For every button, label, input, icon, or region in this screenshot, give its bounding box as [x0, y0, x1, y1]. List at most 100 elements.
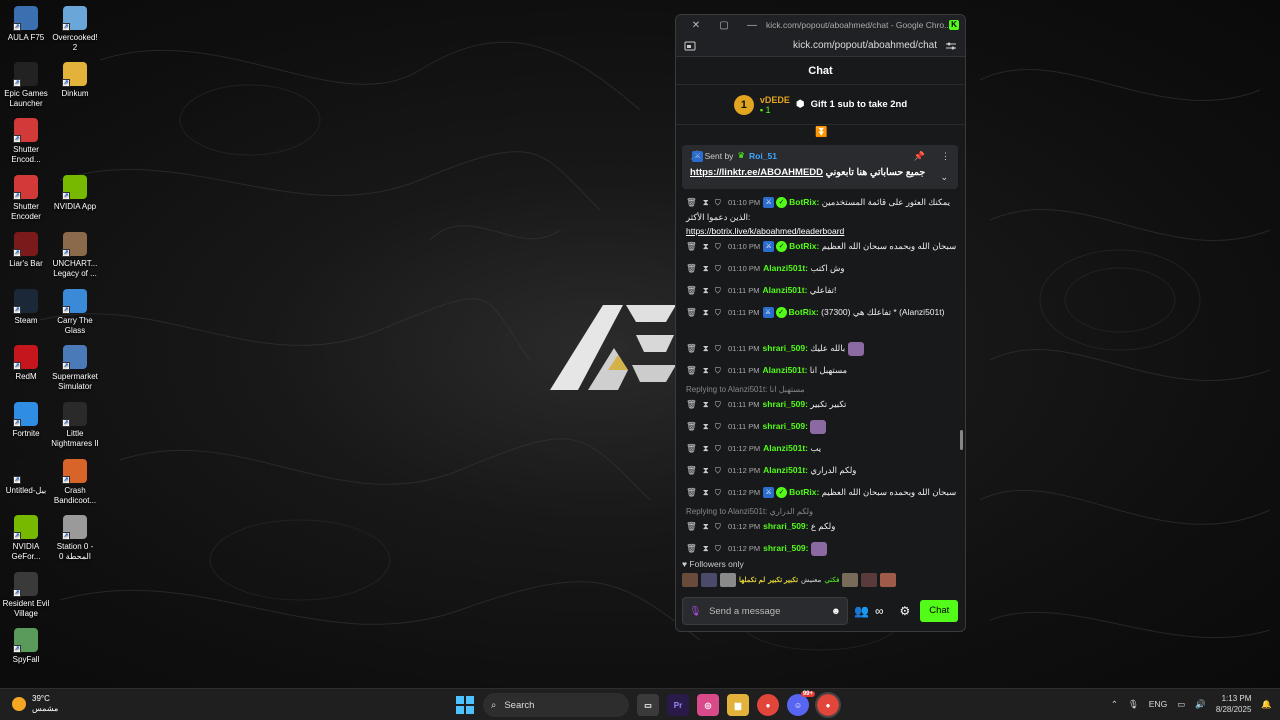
message-username[interactable]: Alanzi501t: [763, 365, 808, 375]
pinned-link[interactable]: https://linktr.ee/ABOAHMEDD [690, 167, 823, 178]
desktop-shortcut[interactable]: ↗ Station 0 - المحطة 0 [49, 515, 101, 562]
emote-text-item[interactable]: تكبير تكبير [768, 576, 798, 584]
desktop-shortcut[interactable]: ↗ RedM [0, 345, 52, 382]
microphone-icon[interactable]: 🎙 [689, 606, 701, 617]
clock[interactable]: 1:13 PM 8/28/2025 [1216, 693, 1252, 715]
restore-window-button[interactable]: ▢ [710, 20, 738, 31]
desktop-shortcut[interactable]: ↗ Carry The Glass [49, 289, 101, 336]
network-icon[interactable]: ▭ [1177, 699, 1185, 710]
gift-leaderboard[interactable]: 1 vDEDE ▪ 1 ⬢ Gift 1 sub to take 2nd [676, 85, 965, 125]
message-actions[interactable]: 🗑⧗⛉ [686, 463, 728, 477]
emote-item[interactable] [682, 573, 698, 587]
desktop-shortcut[interactable]: ↗ Steam [0, 289, 52, 326]
chat-scrollbar[interactable] [960, 430, 963, 450]
message-username[interactable]: shrari_509: [763, 543, 808, 553]
emote-text-item[interactable]: لم تكملها [739, 576, 765, 584]
page-url[interactable]: kick.com/popout/aboahmed/chat [696, 40, 945, 51]
microphone-tray-icon[interactable]: 🎙 [1128, 699, 1139, 710]
chrome-icon[interactable]: ● [757, 694, 779, 716]
chat-message[interactable]: 🗑⧗⛉01:11 PM ⚔ ✓ BotRix: (37300) تفاعلك هي *… [686, 305, 958, 320]
emoji-icon[interactable]: ☻ [831, 606, 841, 617]
message-username[interactable]: shrari_509: [763, 343, 808, 353]
chrome-active-icon[interactable]: ● [815, 692, 841, 718]
infinity-icon[interactable]: ∞ [875, 604, 884, 618]
message-username[interactable]: Alanzi501t: [763, 263, 808, 273]
message-actions[interactable]: 🗑⧗⛉ [686, 541, 728, 555]
message-actions[interactable]: 🗑⧗⛉ [686, 195, 728, 209]
chat-message[interactable]: 🗑⧗⛉01:11 PM shrari_509: [686, 419, 958, 434]
chat-message[interactable]: 🗑⧗⛉01:12 PM Alanzi501t: ولكم الدراري [686, 463, 958, 478]
send-chat-button[interactable]: Chat [920, 600, 959, 622]
chat-message[interactable]: 🗑⧗⛉01:11 PM shrari_509: تكبير تكبير [686, 397, 958, 412]
tune-settings-icon[interactable] [945, 41, 957, 51]
desktop-shortcut[interactable]: ↗ Epic Games Launcher [0, 62, 52, 109]
message-actions[interactable]: 🗑⧗⛉ [686, 363, 728, 377]
emote-text-item[interactable]: فكتي [824, 576, 839, 584]
message-username[interactable]: BotRix: [789, 241, 819, 251]
emote-item[interactable] [720, 573, 736, 587]
desktop-shortcut[interactable]: ↗ Dinkum [49, 62, 101, 99]
desktop-shortcut[interactable]: ↗ Resident Evil Village [0, 572, 52, 619]
message-actions[interactable]: 🗑⧗⛉ [686, 261, 728, 275]
gear-icon[interactable]: ⚙ [900, 604, 911, 618]
discord-icon[interactable]: ☺ 99+ [787, 691, 815, 716]
volume-icon[interactable]: 🔊 [1195, 699, 1206, 710]
message-username[interactable]: Alanzi501t: [763, 465, 808, 475]
desktop-shortcut[interactable]: ↗ Supermarket Simulator [49, 345, 101, 392]
message-actions[interactable]: 🗑⧗⛉ [686, 519, 728, 533]
chat-message[interactable]: 🗑⧗⛉01:11 PM Alanzi501t: تفاعلي! [686, 283, 958, 298]
desktop-shortcut[interactable]: ↗ Crash Bandicoot... [49, 459, 101, 506]
pinned-message[interactable]: 📌 Sent by ⚔ ♛ Roi_51 📌 ⋮ جميع حساباتي هن… [682, 145, 958, 189]
message-username[interactable]: BotRix: [789, 487, 819, 497]
desktop-shortcut[interactable]: ↗ SpyFall [0, 628, 52, 665]
desktop-shortcut[interactable]: ↗ Fortnite [0, 402, 52, 439]
message-actions[interactable]: 🗑⧗⛉ [686, 341, 728, 355]
desktop-shortcut[interactable]: ↗ Untitled-بيل [0, 459, 52, 496]
instagram-icon[interactable]: ◎ [697, 694, 719, 716]
emote-item[interactable] [701, 573, 717, 587]
message-input[interactable]: 🎙 Send a message ☻ [682, 597, 848, 625]
taskbar-search[interactable]: ⌕ Search [483, 693, 629, 717]
message-username[interactable]: BotRix: [789, 197, 819, 207]
premiere-pro-icon[interactable]: Pr [667, 694, 689, 716]
message-username[interactable]: shrari_509: [763, 399, 808, 409]
task-view-icon[interactable]: ▭ [637, 694, 659, 716]
desktop-shortcut[interactable]: ↗ NVIDIA GeFor... [0, 515, 52, 562]
site-info-icon[interactable] [684, 41, 696, 51]
message-actions[interactable]: 🗑⧗⛉ [686, 397, 728, 411]
chat-message[interactable]: 🗑⧗⛉01:12 PM Alanzi501t: يب [686, 441, 958, 456]
weather-widget[interactable]: 39°C مشمس [12, 694, 58, 714]
chat-message[interactable]: 🗑⧗⛉01:10 PM Alanzi501t: وش اكتب [686, 261, 958, 276]
message-actions[interactable]: 🗑⧗⛉ [686, 419, 728, 433]
message-link[interactable]: https://botrix.live/k/aboahmed/leaderboa… [686, 226, 844, 236]
desktop-shortcut[interactable]: ↗ Shutter Encoder [0, 175, 52, 222]
message-actions[interactable]: 🗑⧗⛉ [686, 283, 728, 297]
unpin-icon[interactable]: 📌 [914, 151, 925, 162]
message-username[interactable]: Alanzi501t: [763, 285, 808, 295]
file-explorer-icon[interactable]: ▆ [727, 694, 749, 716]
message-actions[interactable]: 🗑⧗⛉ [686, 441, 728, 455]
emote-text-item[interactable]: معنيش [801, 576, 821, 584]
users-icon[interactable]: 👥 [854, 604, 869, 618]
message-username[interactable]: shrari_509: [763, 421, 808, 431]
chat-message[interactable]: 🗑⧗⛉01:12 PM shrari_509: ولكم ع [686, 519, 958, 534]
minimize-window-button[interactable]: — [738, 20, 766, 31]
message-username[interactable]: shrari_509: [763, 521, 808, 531]
chat-message[interactable]: 🗑⧗⛉01:12 PM shrari_509: [686, 541, 958, 556]
close-window-button[interactable]: ✕ [682, 20, 710, 31]
language-indicator[interactable]: ENG [1149, 699, 1167, 709]
chevron-up-icon[interactable]: ⌃ [1111, 699, 1118, 710]
notifications-icon[interactable]: 🔔 [1261, 699, 1272, 710]
emote-item[interactable] [880, 573, 897, 587]
desktop-shortcut[interactable]: ↗ AULA F75 [0, 6, 52, 43]
windows-start-icon[interactable] [455, 695, 475, 715]
message-placeholder[interactable]: Send a message [709, 606, 823, 617]
reply-context[interactable]: Replying to Alanzi501t: مستهبل انا [686, 385, 805, 394]
desktop-shortcut[interactable]: ↗ UNCHART... Legacy of ... [49, 232, 101, 279]
emote-item[interactable] [861, 573, 878, 587]
desktop-shortcut[interactable]: ↗ NVIDIA App [49, 175, 101, 212]
message-username[interactable]: Alanzi501t: [763, 443, 808, 453]
chat-message[interactable]: 🗑⧗⛉01:10 PM ⚔ ✓ BotRix: سبحان الله وبحمده س… [686, 239, 958, 254]
message-actions[interactable]: 🗑⧗⛉ [686, 485, 728, 499]
desktop-shortcut[interactable]: ↗ Overcooked! 2 [49, 6, 101, 53]
